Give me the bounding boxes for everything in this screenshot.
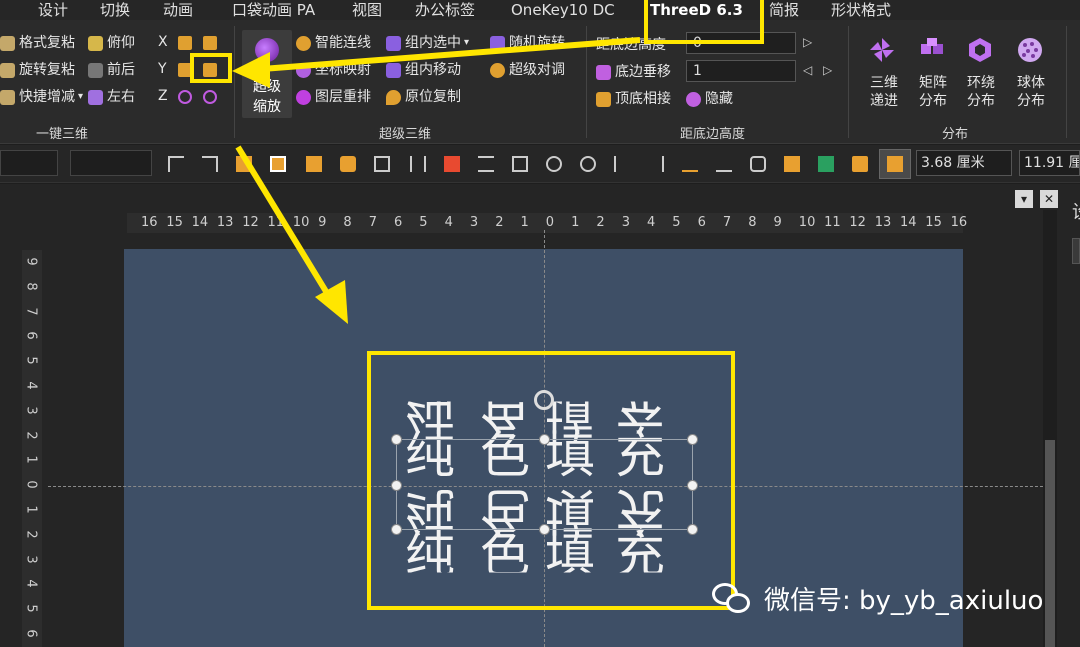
wechat-watermark: 微信号: by_yb_axiuluo: [712, 580, 1043, 617]
arrow-head-left: [232, 52, 270, 88]
arrow-to-y-button: [261, 37, 641, 72]
annotation-arrows: [232, 37, 641, 324]
wechat-icon: [712, 582, 752, 615]
arrow-to-slide: [235, 145, 333, 300]
